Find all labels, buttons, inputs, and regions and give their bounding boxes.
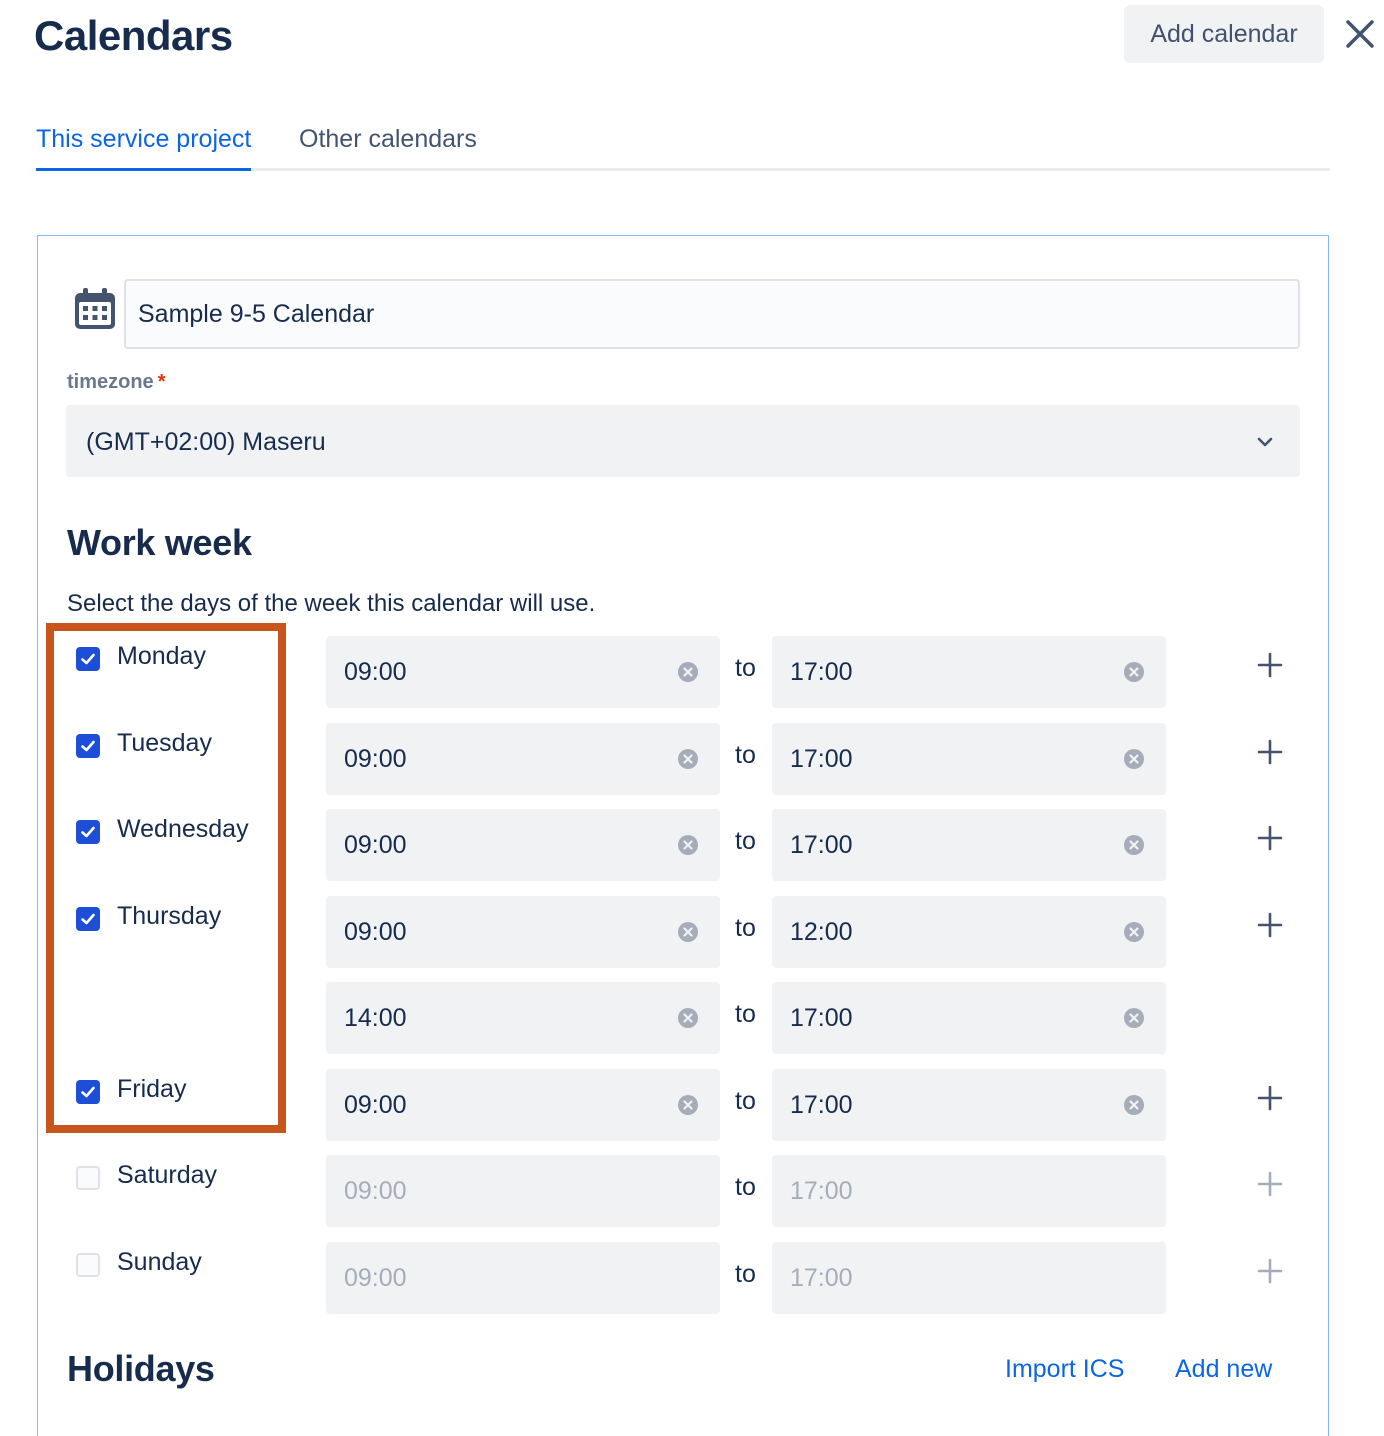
start-time-field[interactable]: 14:00 — [326, 982, 720, 1054]
end-time-field[interactable]: 17:00 — [772, 982, 1166, 1054]
plus-icon[interactable] — [1256, 824, 1284, 852]
day-label: Tuesday — [117, 729, 212, 757]
day-checkbox[interactable] — [76, 1166, 100, 1190]
day-checkbox[interactable] — [76, 907, 100, 931]
work-week-description: Select the days of the week this calenda… — [67, 590, 596, 617]
time-value: 09:00 — [344, 658, 407, 686]
import-ics-link[interactable]: Import ICS — [1005, 1355, 1124, 1384]
chevron-down-icon — [1257, 437, 1273, 447]
clear-icon[interactable] — [1123, 1094, 1145, 1116]
timezone-value: (GMT+02:00) Maseru — [86, 428, 326, 456]
time-value: 17:00 — [790, 745, 853, 773]
to-label: to — [735, 827, 756, 855]
day-checkbox[interactable] — [76, 647, 100, 671]
holidays-title: Holidays — [67, 1348, 215, 1389]
time-value: 14:00 — [344, 1004, 407, 1032]
time-value: 09:00 — [344, 1264, 407, 1292]
plus-icon[interactable] — [1256, 651, 1284, 679]
clear-icon[interactable] — [1123, 834, 1145, 856]
to-label: to — [735, 1260, 756, 1288]
end-time-field[interactable]: 12:00 — [772, 896, 1166, 968]
day-label: Wednesday — [117, 815, 249, 843]
start-time-field[interactable]: 09:00 — [326, 809, 720, 881]
to-label: to — [735, 1000, 756, 1028]
time-value: 17:00 — [790, 658, 853, 686]
check-icon — [81, 913, 95, 925]
time-value: 17:00 — [790, 1264, 853, 1292]
to-label: to — [735, 1173, 756, 1201]
timezone-label: timezone * — [67, 371, 166, 393]
day-checkbox[interactable] — [76, 820, 100, 844]
time-value: 09:00 — [344, 918, 407, 946]
clear-icon[interactable] — [677, 1094, 699, 1116]
time-value: 17:00 — [790, 1177, 853, 1205]
close-icon — [1346, 20, 1374, 48]
end-time-field[interactable]: 17:00 — [772, 809, 1166, 881]
time-value: 17:00 — [790, 831, 853, 859]
day-label: Thursday — [117, 902, 222, 930]
end-time-field[interactable]: 17:00 — [772, 636, 1166, 708]
to-label: to — [735, 1087, 756, 1115]
start-time-field: 09:00 — [326, 1155, 720, 1227]
day-checkbox[interactable] — [76, 1253, 100, 1277]
day-label: Monday — [117, 642, 206, 670]
work-week-title: Work week — [67, 522, 252, 563]
end-time-field: 17:00 — [772, 1242, 1166, 1314]
plus-icon — [1257, 1171, 1283, 1197]
start-time-field[interactable]: 09:00 — [326, 636, 720, 708]
add-calendar-button[interactable]: Add calendar — [1124, 5, 1324, 63]
tab-bar: This service project Other calendars — [36, 118, 1330, 171]
end-time-field: 17:00 — [772, 1155, 1166, 1227]
close-button[interactable] — [1340, 14, 1380, 54]
clear-icon[interactable] — [1123, 748, 1145, 770]
clear-icon[interactable] — [1123, 921, 1145, 943]
start-time-field[interactable]: 09:00 — [326, 896, 720, 968]
calendar-icon — [75, 288, 115, 329]
to-label: to — [735, 914, 756, 942]
required-mark: * — [157, 371, 166, 393]
check-icon — [81, 826, 95, 838]
clear-icon[interactable] — [677, 748, 699, 770]
start-time-field[interactable]: 09:00 — [326, 1069, 720, 1141]
end-time-field[interactable]: 17:00 — [772, 1069, 1166, 1141]
clear-icon[interactable] — [677, 834, 699, 856]
start-time-field[interactable]: 09:00 — [326, 723, 720, 795]
time-value: 09:00 — [344, 1177, 407, 1205]
day-label: Sunday — [117, 1248, 202, 1276]
day-checkbox[interactable] — [76, 734, 100, 758]
plus-icon — [1257, 1258, 1283, 1284]
clear-icon[interactable] — [1123, 661, 1145, 683]
clear-icon[interactable] — [677, 921, 699, 943]
plus-icon[interactable] — [1256, 911, 1284, 939]
time-value: 09:00 — [344, 831, 407, 859]
to-label: to — [735, 654, 756, 682]
timezone-select[interactable]: (GMT+02:00) Maseru — [66, 405, 1300, 477]
time-value: 12:00 — [790, 918, 853, 946]
to-label: to — [735, 741, 756, 769]
tab-this-service-project[interactable]: This service project — [36, 125, 252, 171]
day-checkbox[interactable] — [76, 1080, 100, 1104]
end-time-field[interactable]: 17:00 — [772, 723, 1166, 795]
tab-other-calendars[interactable]: Other calendars — [299, 125, 477, 154]
add-new-holiday-link[interactable]: Add new — [1175, 1355, 1272, 1384]
clear-icon[interactable] — [1123, 1007, 1145, 1029]
page-title: Calendars — [34, 12, 233, 59]
clear-icon[interactable] — [677, 661, 699, 683]
check-icon — [81, 740, 95, 752]
time-value: 09:00 — [344, 745, 407, 773]
day-label: Saturday — [117, 1161, 218, 1189]
time-value: 09:00 — [344, 1091, 407, 1119]
plus-icon[interactable] — [1256, 738, 1284, 766]
day-label: Friday — [117, 1075, 187, 1103]
time-value: 17:00 — [790, 1091, 853, 1119]
check-icon — [81, 1086, 95, 1098]
check-icon — [81, 653, 95, 665]
plus-icon[interactable] — [1256, 1084, 1284, 1112]
calendar-name-input[interactable] — [124, 279, 1300, 349]
start-time-field: 09:00 — [326, 1242, 720, 1314]
time-value: 17:00 — [790, 1004, 853, 1032]
clear-icon[interactable] — [677, 1007, 699, 1029]
